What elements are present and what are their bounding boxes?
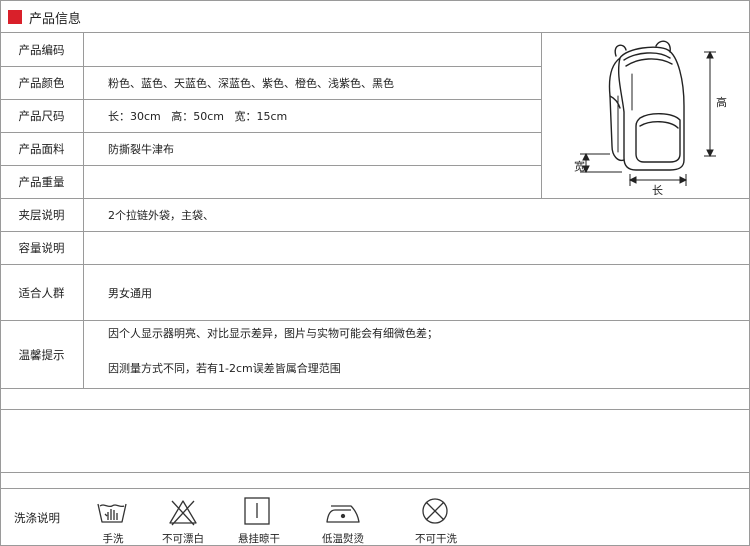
row-label: 容量说明 <box>18 241 65 255</box>
row-label: 产品颜色 <box>18 76 65 90</box>
hang-dry-icon <box>244 497 270 525</box>
care-label: 低温熨烫 <box>322 533 364 545</box>
hand-wash-icon <box>97 503 127 523</box>
row-label: 夹层说明 <box>18 208 65 222</box>
width-label: 宽 <box>574 160 585 173</box>
row-label: 产品编码 <box>18 42 65 57</box>
care-label: 不可干洗 <box>415 533 457 545</box>
page-title: 产品信息 <box>29 12 82 27</box>
no-dry-clean-icon <box>422 498 448 524</box>
row-value: 粉色、蓝色、天蓝色、深蓝色、紫色、橙色、浅紫色、黑色 <box>108 77 394 90</box>
row-value: 防撕裂牛津布 <box>108 143 174 156</box>
low-iron-icon <box>326 505 360 523</box>
row-value: 男女通用 <box>108 286 152 300</box>
header-marker <box>8 10 22 24</box>
care-title: 洗涤说明 <box>14 511 60 525</box>
row-value: 长：30cm 高：50cm 宽：15cm <box>108 110 288 123</box>
height-label: 高 <box>716 96 727 109</box>
length-label: 长 <box>652 184 663 197</box>
row-value-line-2: 因测量方式不同，若有1-2cm误差皆属合理范围 <box>108 362 341 375</box>
backpack-dimension-diagram: 高 宽 长 <box>560 36 740 197</box>
row-label: 产品面料 <box>18 142 65 156</box>
care-label: 手洗 <box>102 533 124 545</box>
row-label: 产品重量 <box>18 175 65 189</box>
backpack-icon <box>580 40 716 186</box>
care-label: 不可漂白 <box>162 533 204 545</box>
row-value: 2个拉链外袋，主袋、 <box>108 209 214 222</box>
row-label: 适合人群 <box>18 285 65 300</box>
row-value-line-1: 因个人显示器明亮、对比显示差异，图片与实物可能会有细微色差； <box>108 327 438 340</box>
row-label: 温馨提示 <box>18 347 65 362</box>
row-label: 产品尺码 <box>18 109 65 123</box>
no-bleach-icon <box>169 500 197 526</box>
care-label: 悬挂晾干 <box>238 533 280 545</box>
